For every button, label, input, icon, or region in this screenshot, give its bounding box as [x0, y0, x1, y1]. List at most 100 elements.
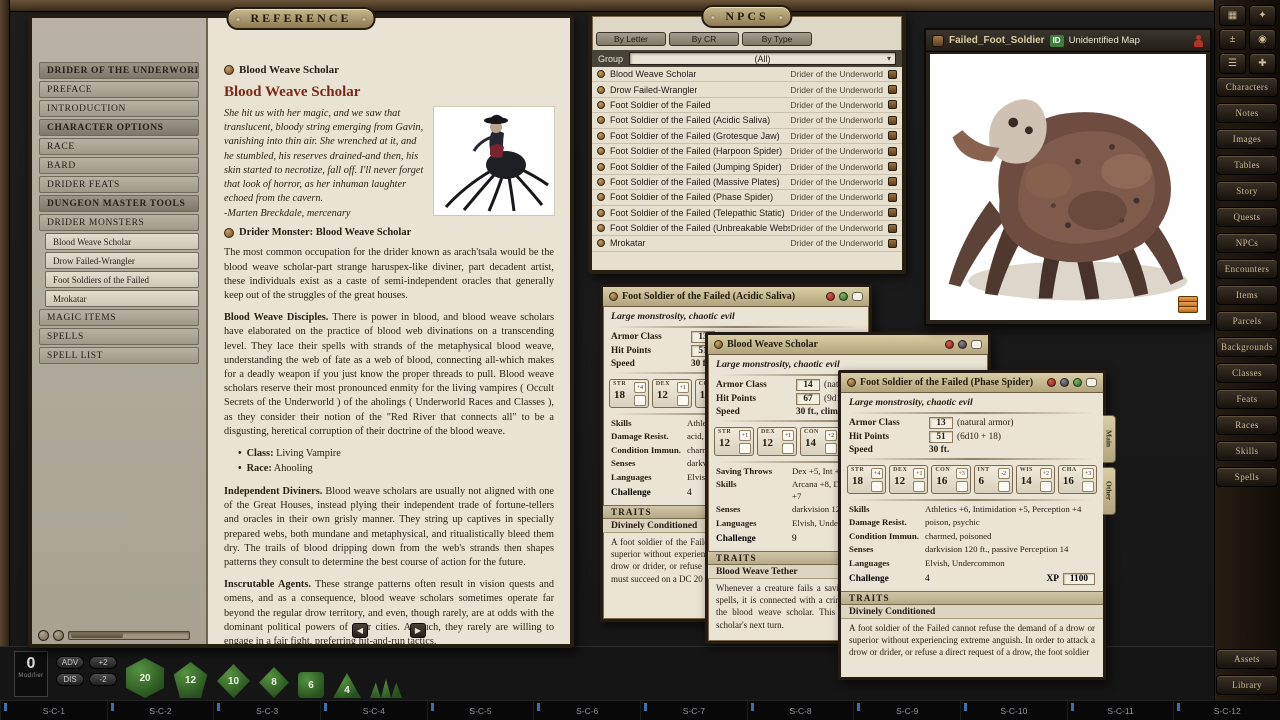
reference-nav-item[interactable]: BARD	[39, 157, 199, 174]
layers-button[interactable]	[1178, 296, 1200, 314]
reference-nav-item[interactable]: DRIDER OF THE UNDERWORLD	[39, 62, 199, 79]
next-page-button[interactable]: ▶	[410, 623, 426, 638]
reference-window[interactable]: REFERENCE DRIDER OF THE UNDERWORLD PREFA…	[28, 14, 574, 648]
npc-filter-button[interactable]: By Type	[742, 32, 812, 46]
ability-check-die[interactable]: +1	[677, 382, 689, 393]
hotkey-slot[interactable]: S-C-9	[853, 701, 960, 720]
sidebar-button[interactable]: Classes	[1216, 363, 1278, 383]
token-orb-icon[interactable]	[1047, 378, 1056, 387]
stat-value[interactable]: 14	[796, 379, 820, 391]
npc-link-icon[interactable]	[597, 178, 605, 186]
module-icon[interactable]	[888, 162, 897, 171]
die-button[interactable]: 4	[333, 673, 361, 698]
group-dropdown[interactable]: (All) ▾	[629, 52, 896, 65]
ability-save-die[interactable]	[871, 481, 883, 492]
stat-value[interactable]: 67	[796, 393, 820, 405]
npc-link-icon[interactable]	[597, 147, 605, 155]
sidebar-button[interactable]: Skills	[1216, 441, 1278, 461]
reference-nav-item[interactable]: SPELLS	[39, 328, 199, 345]
sidebar-button[interactable]: Parcels	[1216, 311, 1278, 331]
toolbar-icon-button[interactable]: ◉	[1249, 29, 1276, 50]
monster-link-icon[interactable]	[224, 228, 234, 238]
stat-value[interactable]: 30 ft.	[929, 445, 949, 455]
sidebar-button[interactable]: Tables	[1216, 155, 1278, 175]
tab-other[interactable]: Other	[1103, 467, 1116, 515]
module-icon[interactable]	[888, 70, 897, 79]
sidebar-button[interactable]: Images	[1216, 129, 1278, 149]
monster-link-row[interactable]: Drider Monster: Blood Weave Scholar	[224, 227, 554, 238]
module-icon[interactable]	[888, 224, 897, 233]
stat-value[interactable]: 51	[929, 431, 953, 443]
statblock-header[interactable]: Foot Soldier of the Failed (Phase Spider…	[841, 373, 1103, 393]
die-button[interactable]	[370, 674, 402, 698]
npc-filter-button[interactable]: By Letter	[596, 32, 666, 46]
image-canvas[interactable]	[930, 54, 1206, 320]
stat-value[interactable]: 13	[929, 417, 953, 429]
sidebar-button[interactable]: Characters	[1216, 77, 1278, 97]
ability-score-box[interactable]: DEX 12 +1	[757, 427, 797, 456]
module-icon[interactable]	[888, 116, 897, 125]
module-icon[interactable]	[888, 239, 897, 248]
modifier-stack-box[interactable]: 0 Modifier	[14, 651, 48, 697]
module-icon[interactable]	[888, 193, 897, 202]
zoom-out-button[interactable]	[38, 630, 49, 641]
die-button[interactable]: 20	[126, 658, 164, 698]
ability-score-box[interactable]: INT 6 -2	[974, 465, 1013, 494]
ability-save-die[interactable]	[739, 443, 751, 454]
ability-check-die[interactable]: +3	[1082, 468, 1094, 479]
ability-score-box[interactable]: STR 18 +4	[847, 465, 886, 494]
npc-list-item[interactable]: Foot Soldier of the Failed Drider of the…	[592, 98, 902, 113]
hotkey-slot[interactable]: S-C-7	[640, 701, 747, 720]
reference-window-title-plaque[interactable]: REFERENCE	[226, 7, 375, 30]
reference-nav-item[interactable]: CHARACTER OPTIONS	[39, 119, 199, 136]
die-button[interactable]: 6	[298, 672, 324, 698]
hotkey-slot[interactable]: S-C-5	[427, 701, 534, 720]
chat-bubble-icon[interactable]	[852, 292, 863, 301]
modifier-pill-button[interactable]: +2	[89, 656, 117, 669]
sidebar-button[interactable]: Items	[1216, 285, 1278, 305]
sidebar-button[interactable]: Encounters	[1216, 259, 1278, 279]
npcs-window[interactable]: NPCS By Letter By CR By Type Group (All)…	[588, 12, 906, 274]
token-orb-icon[interactable]	[826, 292, 835, 301]
npc-link-icon[interactable]	[597, 209, 605, 217]
ability-save-die[interactable]	[825, 443, 837, 454]
npc-list-item[interactable]: Blood Weave Scholar Drider of the Underw…	[592, 67, 902, 82]
reference-nav-item[interactable]: RACE	[39, 138, 199, 155]
reference-nav-item[interactable]: SPELL LIST	[39, 347, 199, 364]
scroll-track[interactable]	[68, 631, 190, 640]
reference-nav-item[interactable]: MAGIC ITEMS	[39, 309, 199, 326]
statblock-header[interactable]: Foot Soldier of the Failed (Acidic Saliv…	[603, 287, 869, 307]
ability-score-box[interactable]: STR 12 +1	[714, 427, 754, 456]
ability-check-die[interactable]: +4	[871, 468, 883, 479]
hotkey-slot[interactable]: S-C-12	[1173, 701, 1280, 720]
ability-score-box[interactable]: WIS 14 +2	[1016, 465, 1055, 494]
token-figure-icon[interactable]	[1193, 35, 1204, 47]
module-icon[interactable]	[888, 208, 897, 217]
ability-score-box[interactable]: CON 14 +2	[800, 427, 840, 456]
ability-save-die[interactable]	[634, 395, 646, 406]
die-button[interactable]: 8	[259, 667, 289, 698]
npc-link-icon[interactable]	[597, 163, 605, 171]
ability-score-box[interactable]: STR 18 +4	[609, 379, 649, 408]
npc-list-item[interactable]: Mrokatar Drider of the Underworld	[592, 236, 902, 251]
npc-link-icon[interactable]	[597, 116, 605, 124]
statblock-link-icon[interactable]	[609, 292, 618, 301]
chat-bubble-icon[interactable]	[1086, 378, 1097, 387]
ability-score-box[interactable]: DEX 12 +1	[652, 379, 692, 408]
npc-list-item[interactable]: Foot Soldier of the Failed (Acidic Saliv…	[592, 113, 902, 128]
drider-illustration[interactable]	[434, 107, 554, 215]
npc-list-item[interactable]: Foot Soldier of the Failed (Massive Plat…	[592, 175, 902, 190]
statblock-header[interactable]: Blood Weave Scholar	[708, 335, 988, 355]
image-tool-icon[interactable]	[932, 35, 944, 47]
npc-list-item[interactable]: Foot Soldier of the Failed (Unbreakable …	[592, 221, 902, 236]
record-link-icon[interactable]	[224, 65, 234, 75]
visibility-orb-icon[interactable]	[1060, 378, 1069, 387]
sidebar-button[interactable]: NPCs	[1216, 233, 1278, 253]
reference-nav-item[interactable]: Foot Soldiers of the Failed	[45, 271, 199, 288]
ability-check-die[interactable]: +1	[782, 430, 794, 441]
image-window[interactable]: Failed_Foot_Soldier ID Unidentified Map	[924, 28, 1212, 326]
npc-list-item[interactable]: Foot Soldier of the Failed (Grotesque Ja…	[592, 129, 902, 144]
ability-check-die[interactable]: +2	[1040, 468, 1052, 479]
hotkey-slot[interactable]: S-C-4	[320, 701, 427, 720]
npc-link-icon[interactable]	[597, 70, 605, 78]
